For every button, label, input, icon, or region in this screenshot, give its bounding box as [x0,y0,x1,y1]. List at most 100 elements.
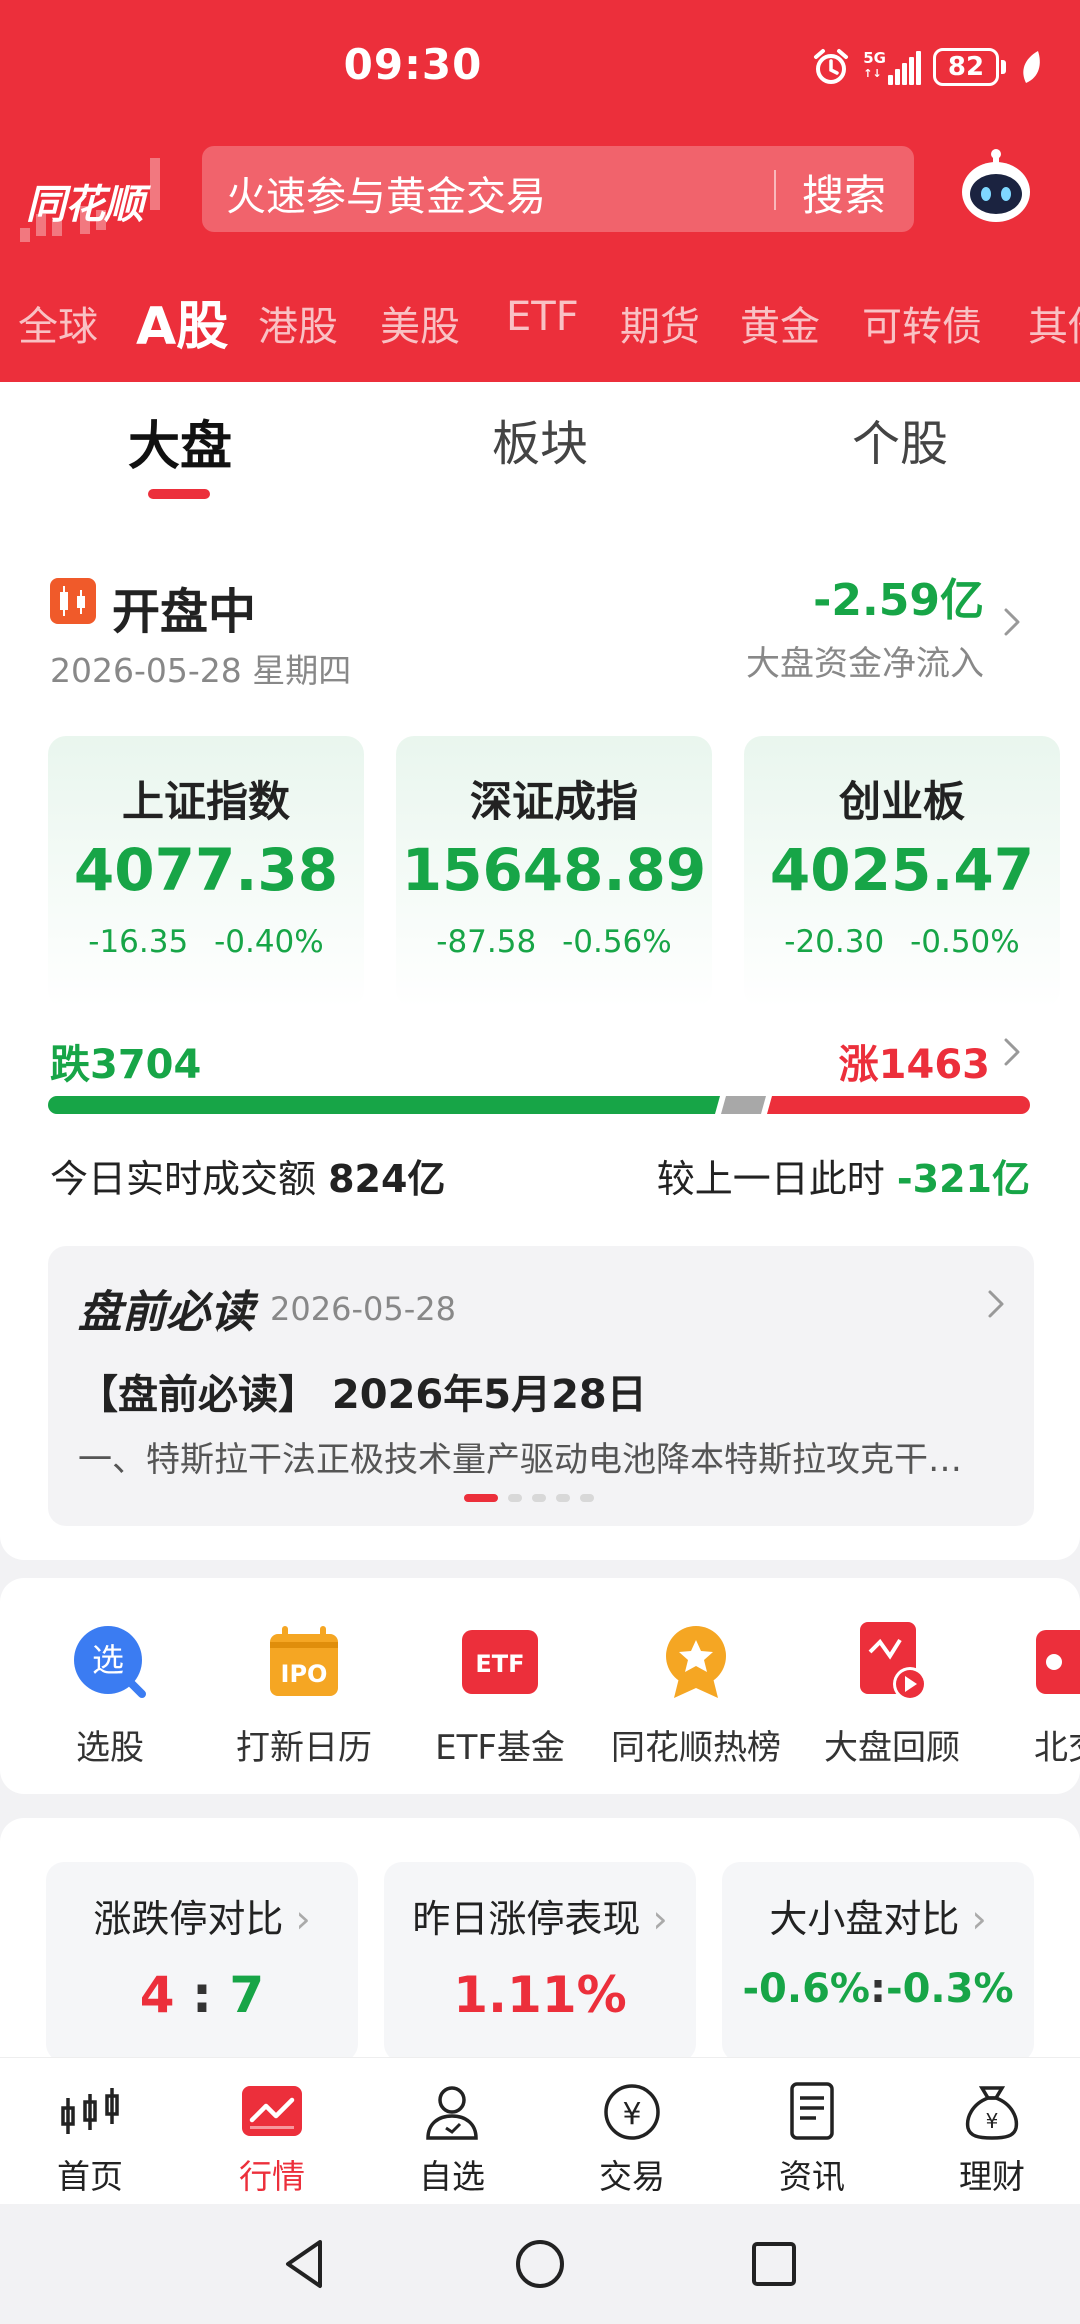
nav-news[interactable]: 资讯 [722,2080,902,2200]
home-circle-icon[interactable] [508,2232,572,2296]
search-button[interactable]: 搜索 [802,162,886,223]
size-compare-value: -0.6%:-0.3% [742,1966,1014,2012]
svg-text:¥: ¥ [986,2109,999,2133]
net-flow-value[interactable]: -2.59亿 [813,564,984,628]
carousel-dot[interactable] [532,1494,546,1502]
market-tabs: 全球 A股 港股 美股 ETF 期货 黄金 可转债 其他 [0,284,1080,354]
market-chart-icon [240,2080,304,2144]
status-bar: 09:30 5G ↑↓ 82 [0,0,1080,130]
news-date: 2026-05-28 [270,1290,456,1328]
size-compare-card[interactable]: 大小盘对比 › -0.6%:-0.3% [722,1862,1034,2062]
nav-market[interactable]: 行情 [182,2080,362,2200]
market-tab-us[interactable]: 美股 [380,294,460,352]
fall-count[interactable]: 跌3704 [50,1032,201,1090]
advance-segment [767,1096,1030,1114]
app-logo[interactable]: 同花顺 [20,158,180,242]
logo-text: 同花顺 [26,182,144,228]
svg-text:选: 选 [92,1641,124,1679]
signal-icon: 5G ↑↓ [863,49,921,85]
stat-title: 涨跌停对比 › [93,1897,311,1941]
person-icon [420,2080,484,2144]
index-card-shenzhen[interactable]: 深证成指 15648.89 -87.58 -0.56% [396,736,712,1008]
news-summary: 一、特斯拉干法正极技术量产驱动电池降本特斯拉攻克干… [78,1440,962,1480]
carousel-dots [464,1494,594,1502]
money-bag-icon: ¥ [960,2080,1024,2144]
limit-compare-value: 4 : 7 [139,1966,265,2024]
nav-home[interactable]: 首页 [0,2080,180,2200]
index-value: 4025.47 [769,836,1035,904]
turnover-label: 今日实时成交额 824亿 [50,1157,446,1201]
market-review-icon [852,1622,932,1702]
tool-ipo-calendar[interactable]: IPO 打新日历 [204,1622,404,1772]
tool-etf-fund[interactable]: ETF ETF基金 [400,1622,600,1772]
nav-label: 资讯 [779,2157,845,2196]
quick-tools-card: 选 选股 IPO 打新日历 ETF ETF基金 同花顺热榜 大盘回顾 北交 [0,1578,1080,1794]
carousel-dot[interactable] [508,1494,522,1502]
tool-select-stock[interactable]: 选 选股 [10,1622,210,1772]
market-open-status: 开盘中 [112,584,257,640]
tool-label: 大盘回顾 [824,1728,960,1768]
select-stock-icon: 选 [70,1622,150,1702]
market-date: 2026-05-28 星期四 [50,651,352,690]
turnover-value: 824亿 [328,1157,446,1201]
news-chevron-icon[interactable] [978,1286,1014,1322]
market-tab-etf[interactable]: ETF [506,294,579,340]
tab-market[interactable]: 大盘 [128,404,232,479]
index-card-chinext[interactable]: 创业板 4025.47 -20.30 -0.50% [744,736,1060,1008]
carousel-dot[interactable] [464,1494,498,1502]
market-tab-a-share[interactable]: A股 [136,284,228,354]
tool-label: 同花顺热榜 [611,1728,781,1768]
index-name: 创业板 [838,777,965,826]
flat-segment [721,1096,766,1114]
yesterday-limit-up-card[interactable]: 昨日涨停表现 › 1.11% [384,1862,696,2062]
market-tab-convertible[interactable]: 可转债 [862,294,982,352]
svg-text:IPO: IPO [281,1660,328,1688]
net-flow-chevron-icon[interactable] [994,604,1030,640]
market-tab-other[interactable]: 其他 [1028,294,1080,352]
bottom-nav: 首页 行情 自选 ¥ 交易 资讯 ¥ 理财 [0,2058,1080,2204]
bse-icon [1036,1622,1080,1702]
search-placeholder: 火速参与黄金交易 [226,174,546,220]
nav-watchlist[interactable]: 自选 [362,2080,542,2200]
back-icon[interactable] [274,2232,338,2296]
tool-label: 选股 [76,1728,144,1768]
premarket-news-card[interactable]: 盘前必读 2026-05-28 【盘前必读】 2026年5月28日 一、特斯拉干… [48,1246,1034,1526]
recents-square-icon[interactable] [742,2232,806,2296]
limit-compare-card[interactable]: 涨跌停对比 › 4 : 7 [46,1862,358,2062]
tool-label: ETF基金 [435,1728,565,1768]
index-change: -16.35 -0.40% [88,924,324,960]
nav-label: 行情 [239,2157,305,2196]
tab-sector[interactable]: 板块 [492,404,588,474]
index-name: 上证指数 [121,777,290,826]
search-input[interactable]: 火速参与黄金交易 搜索 [202,146,914,232]
tab-stock[interactable]: 个股 [852,404,948,474]
nav-wealth[interactable]: ¥ 理财 [902,2080,1080,2200]
assistant-robot-icon[interactable] [956,148,1036,228]
yesterday-limit-up-value: 1.11% [453,1966,627,2024]
carousel-dot[interactable] [556,1494,570,1502]
news-headline[interactable]: 【盘前必读】 2026年5月28日 [78,1362,647,1420]
breadth-chevron-icon[interactable] [994,1034,1030,1070]
tool-label: 北交 [1034,1728,1080,1768]
search-row: 同花顺 火速参与黄金交易 搜索 [0,138,1080,242]
network-label: 5G [863,49,886,67]
ipo-calendar-icon: IPO [264,1622,344,1702]
carousel-dot[interactable] [580,1494,594,1502]
nav-label: 理财 [959,2157,1025,2196]
index-card-shanghai[interactable]: 上证指数 4077.38 -16.35 -0.40% [48,736,364,1008]
hot-list-icon [656,1622,736,1702]
market-tab-futures[interactable]: 期货 [620,294,700,352]
app-header: 09:30 5G ↑↓ 82 同花顺 火速参与黄金交易 搜索 全球 A股 港股 … [0,0,1080,382]
tool-bse[interactable]: 北交 [978,1622,1080,1772]
tool-hot-list[interactable]: 同花顺热榜 [596,1622,796,1772]
nav-trade[interactable]: ¥ 交易 [542,2080,722,2200]
tool-market-review[interactable]: 大盘回顾 [792,1622,992,1772]
market-tab-hk[interactable]: 港股 [258,294,338,352]
svg-text:¥: ¥ [622,2097,641,2132]
net-flow-label: 大盘资金净流入 [746,644,984,684]
rise-count[interactable]: 涨1463 [839,1032,990,1090]
market-tab-global[interactable]: 全球 [18,294,98,352]
system-nav-bar [0,2204,1080,2324]
market-tab-gold[interactable]: 黄金 [740,294,820,352]
market-overview-card: 大盘 板块 个股 开盘中 2026-05-28 星期四 -2.59亿 大盘资金净… [0,382,1080,1560]
